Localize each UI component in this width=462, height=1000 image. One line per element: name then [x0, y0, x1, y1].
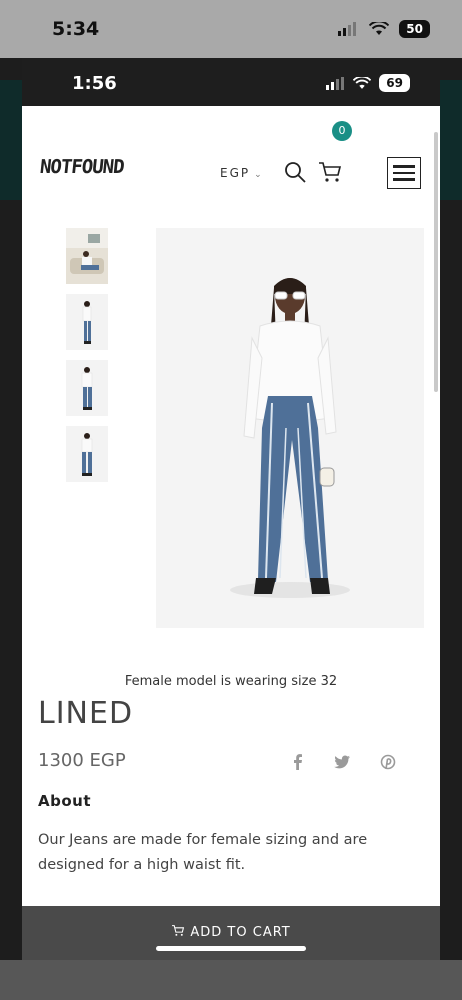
product-page[interactable]: NOTFOUND EGP ⌄ 0 Female model is wearing…: [22, 106, 440, 906]
inner-clock: 1:56: [72, 73, 117, 94]
wifi-icon: [353, 76, 372, 89]
thumbnail-3[interactable]: [66, 360, 108, 416]
currency-label: EGP: [220, 166, 251, 180]
battery-icon: 69: [379, 74, 410, 92]
product-title: LINED: [38, 696, 134, 731]
outer-clock: 5:34: [52, 18, 100, 40]
cart-icon: [172, 925, 185, 936]
chevron-down-icon: ⌄: [254, 170, 264, 180]
main-product-image[interactable]: [156, 228, 424, 628]
thumbnail-4[interactable]: [66, 426, 108, 482]
thumbnail-photo: [66, 294, 108, 350]
background-strip-left: [0, 80, 22, 200]
cart-button[interactable]: [318, 160, 342, 184]
outer-status-bar: 5:34 50: [0, 0, 462, 58]
inner-phone-screen: 1:56 69 NOTFOUND EGP ⌄ 0 Female model is…: [22, 58, 440, 960]
signal-icon: [326, 76, 345, 90]
currency-selector[interactable]: EGP ⌄: [220, 166, 264, 180]
add-to-cart-label: ADD TO CART: [190, 925, 291, 940]
about-text: Our Jeans are made for female sizing and…: [38, 832, 368, 873]
menu-line: [393, 165, 415, 168]
search-button[interactable]: [283, 160, 307, 184]
background-bottom-band: [0, 960, 462, 1000]
twitter-icon: [334, 755, 350, 769]
about-heading: About: [38, 792, 92, 810]
signal-icon: [338, 22, 357, 36]
wifi-icon: [369, 22, 390, 35]
home-indicator[interactable]: [156, 946, 306, 951]
pinterest-icon: [380, 754, 396, 770]
menu-line: [393, 178, 415, 181]
model-size-caption: Female model is wearing size 32: [124, 674, 338, 689]
thumbnail-2[interactable]: [66, 294, 108, 350]
share-facebook-button[interactable]: [288, 752, 308, 772]
thumbnail-photo: [66, 426, 108, 482]
share-twitter-button[interactable]: [332, 752, 352, 772]
cart-icon: [319, 162, 342, 182]
share-pinterest-button[interactable]: [378, 752, 398, 772]
brand-logo[interactable]: NOTFOUND: [39, 156, 125, 178]
facebook-icon: [294, 754, 302, 770]
scrollbar[interactable]: [434, 132, 438, 392]
battery-icon: 50: [399, 20, 430, 38]
product-price: 1300 EGP: [38, 750, 126, 771]
menu-line: [393, 171, 415, 175]
product-photo: [156, 228, 424, 628]
add-to-cart-button[interactable]: ADD TO CART: [22, 906, 440, 960]
thumbnail-1[interactable]: [66, 228, 108, 284]
search-icon: [285, 162, 306, 183]
menu-button[interactable]: [387, 157, 421, 189]
thumbnail-photo: [66, 360, 108, 416]
cart-count-badge: 0: [332, 121, 352, 141]
inner-status-bar: 1:56 69: [22, 58, 440, 106]
thumbnail-photo: [66, 228, 108, 284]
background-strip-right: [440, 80, 462, 200]
